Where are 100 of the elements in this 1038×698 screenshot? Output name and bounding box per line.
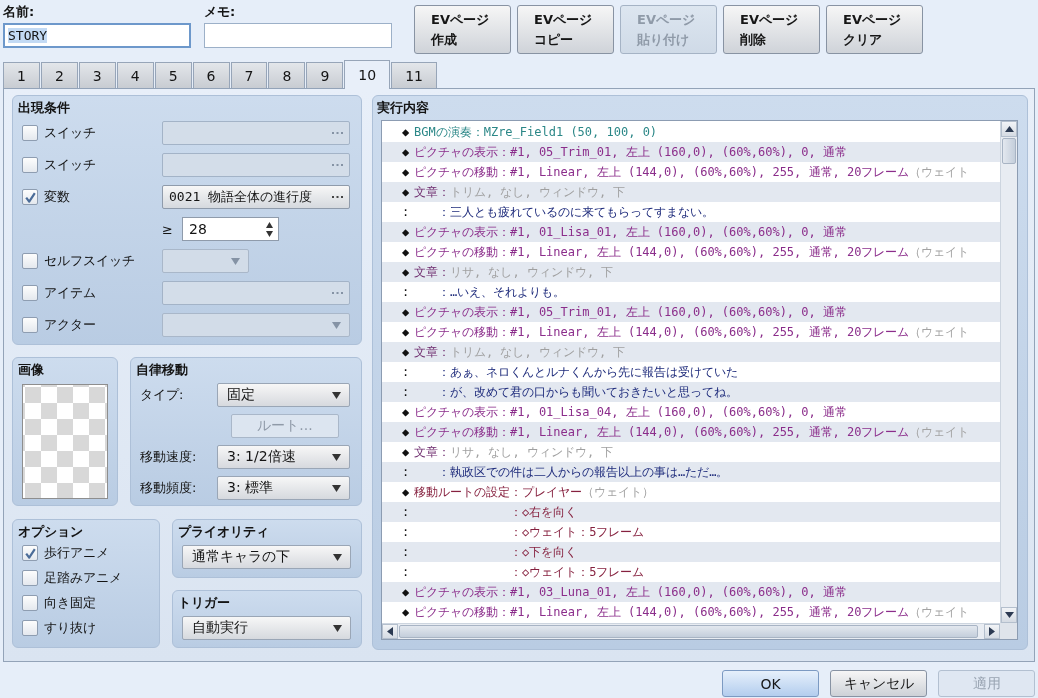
scroll-left-button[interactable] (382, 624, 398, 639)
page-tab[interactable]: 11 (391, 62, 437, 88)
group-title: プライオリティ (178, 523, 269, 541)
command-row[interactable]: : ：が、改めて君の口からも聞いておきたいと思ってね。 (382, 382, 1000, 402)
group-title: 画像 (18, 361, 44, 379)
field-label: タイプ: (140, 386, 184, 404)
horizontal-scrollbar[interactable] (382, 623, 1000, 639)
checkbox-label: スイッチ (44, 156, 97, 174)
page-tab[interactable]: 10 (344, 60, 391, 89)
command-row[interactable]: ◆ ピクチャの移動：#1, Linear, 左上 (144,0), (60%,60%), 255, 通常, 20フレーム（ウェイト (382, 322, 1000, 342)
page-tab[interactable]: 7 (230, 62, 268, 88)
checkbox[interactable] (22, 570, 38, 586)
command-row[interactable]: ◆ 移動ルートの設定：プレイヤー（ウェイト） (382, 482, 1000, 502)
command-row[interactable]: ◆ ピクチャの移動：#1, Linear, 左上 (144,0), (60%,60%), 255, 通常, 20フレーム（ウェイト (382, 242, 1000, 262)
checkbox[interactable] (22, 595, 38, 611)
checkerboard-preview[interactable] (22, 384, 108, 499)
dropdown[interactable] (162, 249, 249, 273)
group-title: 出現条件 (18, 99, 70, 117)
page-action-button[interactable]: EVページクリア (826, 5, 923, 54)
dropdown[interactable]: 固定 (217, 383, 350, 407)
check-icon (24, 547, 36, 559)
group-title: 実行内容 (377, 99, 429, 117)
checkbox[interactable] (22, 620, 38, 636)
command-row[interactable]: ◆ 文章：トリム, なし, ウィンドウ, 下 (382, 182, 1000, 202)
memo-label: メモ: (204, 3, 236, 20)
checkbox[interactable] (22, 317, 38, 333)
dropdown[interactable] (162, 313, 350, 337)
scroll-right-button[interactable] (984, 624, 1000, 639)
checkbox[interactable] (22, 157, 38, 173)
up-arrow-icon (1004, 126, 1014, 132)
command-row[interactable]: : ：…いえ、それよりも。 (382, 282, 1000, 302)
down-arrow-icon (1004, 612, 1014, 618)
dropdown[interactable]: 自動実行 (182, 616, 351, 640)
group-title: オプション (18, 523, 83, 541)
command-row[interactable]: ◆ 文章：リサ, なし, ウィンドウ, 下 (382, 262, 1000, 282)
command-row[interactable]: ◆ ピクチャの表示：#1, 01_Lisa_01, 左上 (160,0), (60%,60%), 0, 通常 (382, 222, 1000, 242)
dropdown[interactable]: 通常キャラの下 (182, 545, 351, 569)
spinner-arrows-icon[interactable] (266, 221, 273, 237)
command-row[interactable]: ◆ ピクチャの移動：#1, Linear, 左上 (144,0), (60%,60%), 255, 通常, 20フレーム（ウェイト (382, 162, 1000, 182)
command-row[interactable]: ◆ BGMの演奏：MZre_Field1 (50, 100, 0) (382, 122, 1000, 142)
picker-field[interactable] (162, 281, 350, 305)
picker-field[interactable] (162, 153, 350, 177)
page-tab[interactable]: 2 (40, 62, 78, 88)
caret-icon (333, 553, 342, 561)
check-icon (24, 191, 36, 203)
checkbox-label: スイッチ (44, 124, 97, 142)
checkbox[interactable] (22, 189, 38, 205)
group-title: 自律移動 (136, 361, 188, 379)
page-tab[interactable]: 6 (192, 62, 230, 88)
right-arrow-icon (989, 627, 995, 636)
field-label: 移動速度: (140, 448, 197, 466)
page-action-button[interactable]: EVページコピー (517, 5, 614, 54)
command-row[interactable]: : ：執政区での件は二人からの報告以上の事は…ただ…。 (382, 462, 1000, 482)
dropdown[interactable]: 3: 1/2倍速 (217, 445, 350, 469)
page-tab[interactable]: 5 (154, 62, 192, 88)
checkbox-label: 変数 (44, 188, 71, 206)
checkbox[interactable] (22, 253, 38, 269)
checkbox-label: セルフスイッチ (44, 252, 136, 270)
command-row[interactable]: ◆ ピクチャの表示：#1, 03_Luna_01, 左上 (160,0), (60%,60%), 0, 通常 (382, 582, 1000, 602)
field-label: 移動頻度: (140, 479, 197, 497)
scroll-thumb[interactable] (1002, 138, 1016, 164)
dialog-button[interactable]: キャンセル (830, 670, 927, 697)
dialog-button[interactable]: OK (722, 670, 819, 697)
command-row[interactable]: ◆ ピクチャの移動：#1, Linear, 左上 (144,0), (60%,60%), 255, 通常, 20フレーム（ウェイト (382, 602, 1000, 622)
page-tab[interactable]: 3 (78, 62, 116, 88)
vertical-scrollbar[interactable] (1000, 121, 1017, 623)
memo-field[interactable] (204, 23, 392, 48)
page-action-button[interactable]: EVページ作成 (414, 5, 511, 54)
scroll-down-button[interactable] (1001, 607, 1017, 623)
page-action-button[interactable]: EVページ削除 (723, 5, 820, 54)
page-tab[interactable]: 1 (3, 62, 40, 88)
scroll-up-button[interactable] (1001, 121, 1017, 137)
picker-field[interactable]: 0021 物語全体の進行度 (162, 185, 350, 209)
picker-field[interactable] (162, 121, 350, 145)
command-row[interactable]: : ：◇ウェイト：5フレーム (382, 562, 1000, 582)
command-row[interactable]: ◆ ピクチャの表示：#1, 01_Lisa_04, 左上 (160,0), (60%,60%), 0, 通常 (382, 402, 1000, 422)
command-row[interactable]: : ：◇右を向く (382, 502, 1000, 522)
checkbox[interactable] (22, 545, 38, 561)
scroll-thumb[interactable] (399, 625, 978, 638)
page-tab[interactable]: 4 (116, 62, 154, 88)
command-row[interactable]: ◆ ピクチャの表示：#1, 05_Trim_01, 左上 (160,0), (60%,60%), 0, 通常 (382, 302, 1000, 322)
command-row[interactable]: : ：◇下を向く (382, 542, 1000, 562)
caret-icon (333, 624, 342, 632)
checkbox-label: すり抜け (44, 619, 96, 637)
page-tab[interactable]: 8 (268, 62, 306, 88)
command-row[interactable]: ◆ 文章：リサ, なし, ウィンドウ, 下 (382, 442, 1000, 462)
command-row[interactable]: : ：三人とも疲れているのに来てもらってすまない。 (382, 202, 1000, 222)
caret-icon (332, 484, 341, 492)
command-row[interactable]: ◆ ピクチャの表示：#1, 05_Trim_01, 左上 (160,0), (60%,60%), 0, 通常 (382, 142, 1000, 162)
name-field[interactable]: STORY (3, 23, 191, 48)
page-tab[interactable]: 9 (306, 62, 344, 88)
dropdown[interactable]: 3: 標準 (217, 476, 350, 500)
number-field[interactable]: 28 (182, 217, 279, 241)
command-row[interactable]: ◆ 文章：トリム, なし, ウィンドウ, 下 (382, 342, 1000, 362)
caret-icon (332, 321, 341, 329)
checkbox[interactable] (22, 285, 38, 301)
command-row[interactable]: ◆ ピクチャの移動：#1, Linear, 左上 (144,0), (60%,60%), 255, 通常, 20フレーム（ウェイト (382, 422, 1000, 442)
command-row[interactable]: : ：◇ウェイト：5フレーム (382, 522, 1000, 542)
command-row[interactable]: : ：あぁ、ネロくんとルナくんから先に報告は受けていた (382, 362, 1000, 382)
checkbox[interactable] (22, 125, 38, 141)
